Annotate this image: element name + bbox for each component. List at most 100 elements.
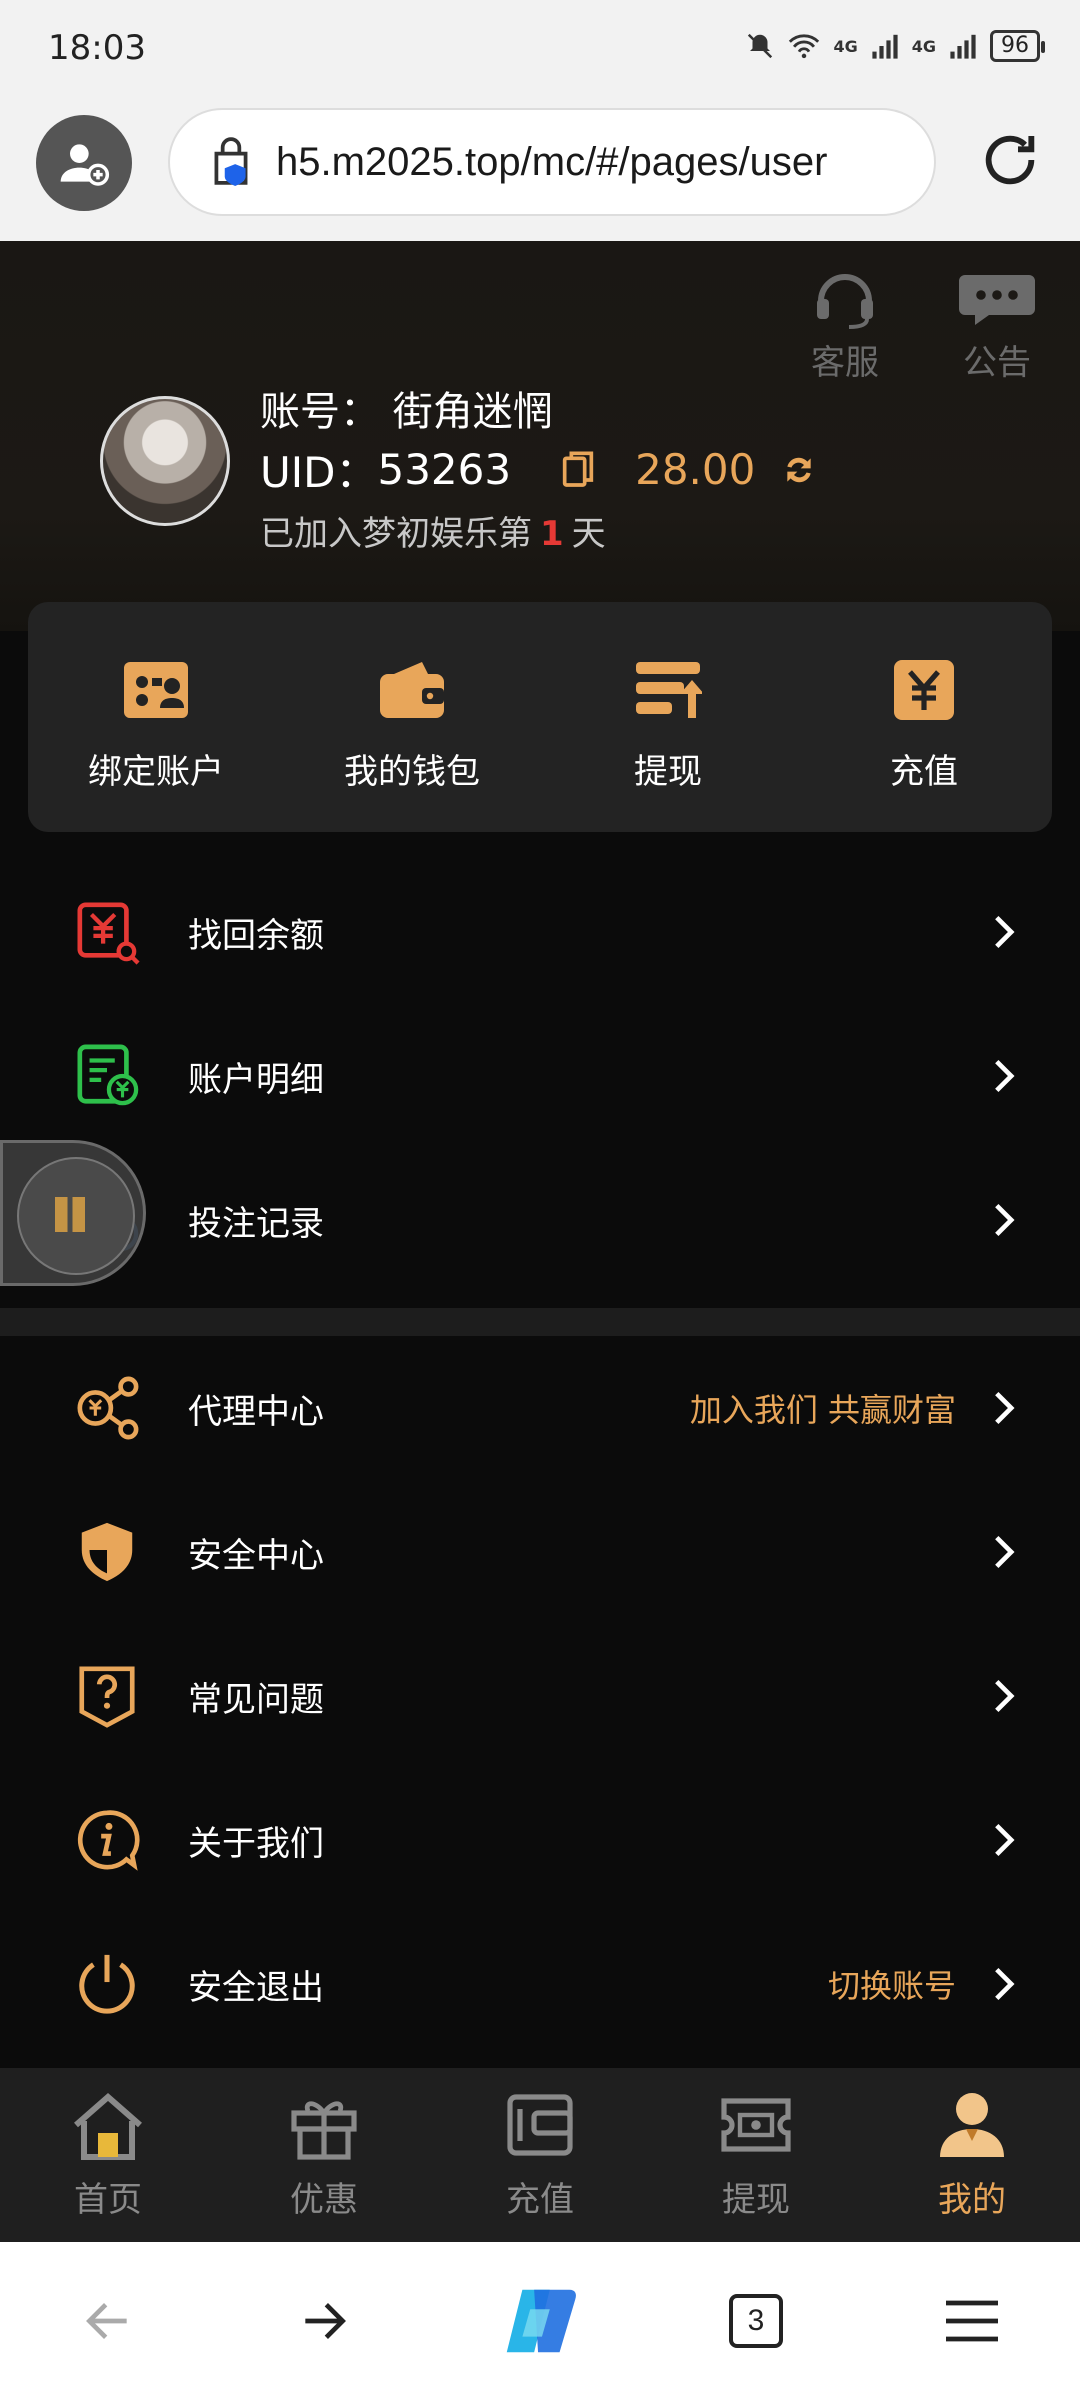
headset-icon [817, 274, 873, 329]
agent-center-icon [77, 1376, 139, 1440]
user-icon [940, 2093, 1004, 2157]
my-wallet-button[interactable]: 我的钱包 [284, 602, 540, 832]
uid-line: UID： 53263 28.00 [260, 439, 819, 500]
recharge-label: 充值 [890, 752, 958, 792]
menu-extra-text: 切换账号 [827, 1967, 956, 2005]
section-divider [0, 1308, 1080, 1336]
home-icon [74, 2093, 142, 2160]
avatar[interactable] [100, 396, 230, 526]
announcement-button[interactable]: 公告 [952, 269, 1042, 384]
withdraw-icon [636, 662, 702, 718]
withdraw-button[interactable]: 提现 [540, 602, 796, 832]
copilot-button[interactable] [495, 2276, 585, 2366]
cash-icon [721, 2098, 791, 2152]
menu-label: 常见问题 [188, 1679, 324, 1720]
joined-suffix: 天 [571, 514, 606, 554]
tab-withdraw[interactable]: 提现 [648, 2068, 864, 2242]
menu-label: 找回余额 [188, 915, 324, 956]
account-label: 账号： [260, 389, 380, 435]
browser-profile-button[interactable] [36, 115, 132, 211]
tab-promotions[interactable]: 优惠 [216, 2068, 432, 2242]
network-type-1: 4G [833, 36, 858, 56]
tab-home[interactable]: 首页 [0, 2068, 216, 2242]
chevron-right-icon [995, 1679, 1015, 1713]
recharge-button[interactable]: 充值 [796, 602, 1052, 832]
menu-row-recover-balance[interactable]: 找回余额 [0, 860, 1080, 1004]
customer-service-button[interactable]: 客服 [800, 269, 890, 384]
menu-group-general: 代理中心 加入我们 共赢财富 安全中心 常见问题 关于我们 安全退出 切换账号 [0, 1336, 1080, 2068]
tab-recharge[interactable]: 充值 [432, 2068, 648, 2242]
wifi-icon [789, 34, 820, 59]
my-wallet-label: 我的钱包 [344, 752, 480, 792]
menu-label: 投注记录 [188, 1203, 324, 1244]
joined-days-line: 已加入梦初娱乐第 1 天 [260, 506, 606, 555]
announcement-label: 公告 [963, 343, 1031, 383]
account-name: 街角迷惘 [392, 389, 553, 435]
refresh-balance-icon[interactable] [779, 450, 819, 490]
account-details-icon [77, 1044, 139, 1106]
forward-button[interactable] [279, 2276, 369, 2366]
chevron-right-icon [995, 1823, 1015, 1857]
tab-label: 提现 [722, 2180, 790, 2220]
menu-row-security-center[interactable]: 安全中心 [0, 1480, 1080, 1624]
chevron-right-icon [995, 915, 1015, 949]
faq-icon [79, 1666, 135, 1728]
balance-amount: 28.00 [635, 445, 756, 494]
tab-mine[interactable]: 我的 [864, 2068, 1080, 2242]
reload-icon[interactable] [978, 128, 1042, 192]
menu-extra-text: 加入我们 共赢财富 [689, 1391, 956, 1429]
url-text: h5.m2025.top/mc/#/pages/user [276, 139, 828, 184]
uid-label: UID： [260, 448, 378, 497]
mute-icon [748, 33, 773, 59]
arrow-right-icon [305, 2303, 346, 2339]
pause-icon [55, 1197, 85, 1232]
menu-label: 账户明细 [188, 1059, 324, 1100]
power-icon [79, 1954, 135, 2014]
chevron-right-icon [995, 1967, 1015, 2001]
tab-label: 首页 [74, 2180, 142, 2220]
secure-site-icon [214, 137, 248, 186]
floating-assistive-button[interactable] [0, 1140, 146, 1286]
hamburger-menu-icon [946, 2300, 998, 2342]
browser-toolbar: h5.m2025.top/mc/#/pages/user [0, 100, 1080, 241]
gift-icon [291, 2101, 357, 2160]
uid-value: 53263 [377, 445, 512, 494]
signal-icon-2 [950, 34, 976, 59]
wallet-tab-icon [507, 2094, 573, 2156]
bind-account-label: 绑定账户 [88, 752, 224, 792]
status-icons: 4G 4G 96 [745, 30, 1045, 62]
signal-icon-1 [872, 34, 898, 59]
menu-row-faq[interactable]: 常见问题 [0, 1624, 1080, 1768]
tab-label: 优惠 [290, 2180, 358, 2220]
menu-row-account-details[interactable]: 账户明细 [0, 1004, 1080, 1148]
bottom-tab-bar: 首页 优惠 充值 提现 我的 [0, 2068, 1080, 2242]
bind-account-button[interactable]: 绑定账户 [28, 602, 284, 832]
tabs-button[interactable]: 3 [711, 2276, 801, 2366]
tab-label: 充值 [506, 2180, 574, 2220]
tab-label: 我的 [938, 2180, 1006, 2220]
chevron-right-icon [995, 1391, 1015, 1425]
back-button[interactable] [63, 2276, 153, 2366]
menu-label: 安全中心 [188, 1535, 324, 1576]
profile-header: 客服 公告 账号： 街角迷惘 UID： 53263 28.00 已加入梦初娱乐第… [0, 241, 1080, 631]
add-user-icon [60, 144, 110, 186]
copy-icon[interactable] [561, 450, 595, 490]
chevron-right-icon [995, 1203, 1015, 1237]
menu-row-logout[interactable]: 安全退出 切换账号 [0, 1912, 1080, 2056]
menu-group-wallet: 找回余额 账户明细 投注记录 [0, 852, 1080, 1308]
browser-nav-bar: 3 [0, 2242, 1080, 2400]
menu-row-agent-center[interactable]: 代理中心 加入我们 共赢财富 [0, 1336, 1080, 1480]
battery-indicator: 96 [990, 30, 1045, 62]
copilot-icon [506, 2289, 576, 2353]
chevron-right-icon [995, 1059, 1015, 1093]
menu-button[interactable] [927, 2276, 1017, 2366]
floating-button-inner [17, 1157, 135, 1275]
menu-row-about-us[interactable]: 关于我们 [0, 1768, 1080, 1912]
quick-actions-card: 绑定账户 我的钱包 提现 充值 [28, 602, 1052, 832]
withdraw-label: 提现 [634, 752, 702, 792]
menu-row-bet-records[interactable]: 投注记录 [0, 1148, 1080, 1292]
status-bar: 18:03 4G 4G 96 [0, 0, 1080, 100]
chevron-right-icon [995, 1535, 1015, 1569]
address-bar[interactable]: h5.m2025.top/mc/#/pages/user [168, 108, 936, 216]
joined-days: 1 [540, 514, 564, 554]
